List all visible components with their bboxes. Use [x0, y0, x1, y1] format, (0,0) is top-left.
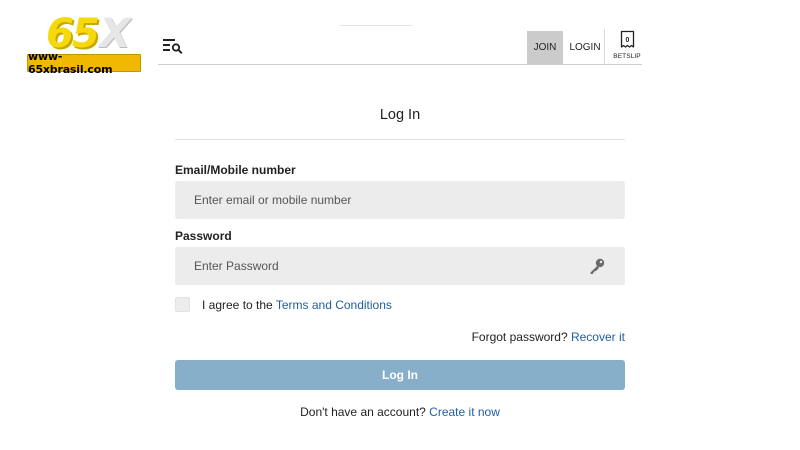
forgot-password-row: Forgot password? Recover it — [175, 330, 625, 344]
login-submit-button[interactable]: Log In — [175, 360, 625, 390]
title-divider — [175, 139, 625, 140]
password-label: Password — [175, 229, 232, 243]
terms-text: I agree to the Terms and Conditions — [202, 298, 392, 312]
login-button[interactable]: LOGIN — [567, 31, 603, 64]
join-button[interactable]: JOIN — [527, 31, 563, 64]
terms-checkbox[interactable] — [175, 297, 190, 312]
header-divider — [604, 29, 605, 64]
email-input[interactable] — [175, 181, 625, 219]
betslip-count: 0 — [625, 37, 630, 44]
logo-digits: 65 — [46, 11, 100, 57]
logo-mark: 65 X — [46, 12, 131, 54]
create-account-link[interactable]: Create it now — [429, 405, 500, 419]
recover-link[interactable]: Recover it — [571, 330, 625, 344]
signup-row: Don't have an account? Create it now — [175, 405, 625, 419]
email-label: Email/Mobile number — [175, 163, 296, 177]
betslip-button[interactable]: 0 BETSLIP — [610, 30, 644, 64]
site-logo[interactable]: 65 X www-65xbrasil.com — [26, 12, 142, 76]
logo-letter: X — [99, 11, 131, 57]
terms-link[interactable]: Terms and Conditions — [276, 298, 392, 312]
menu-search-icon[interactable] — [163, 38, 183, 54]
betslip-label: BETSLIP — [613, 53, 641, 60]
signup-prefix: Don't have an account? — [300, 405, 426, 419]
key-icon[interactable] — [588, 257, 606, 275]
top-header: JOIN LOGIN 0 BETSLIP — [158, 25, 644, 65]
password-input[interactable] — [175, 247, 625, 285]
header-accent-line — [340, 25, 412, 26]
logo-banner: www-65xbrasil.com — [27, 50, 141, 76]
logo-url: www-65xbrasil.com — [28, 50, 113, 76]
terms-prefix: I agree to the — [202, 298, 273, 312]
page-title: Log In — [379, 107, 421, 123]
forgot-prefix: Forgot password? — [471, 330, 568, 344]
